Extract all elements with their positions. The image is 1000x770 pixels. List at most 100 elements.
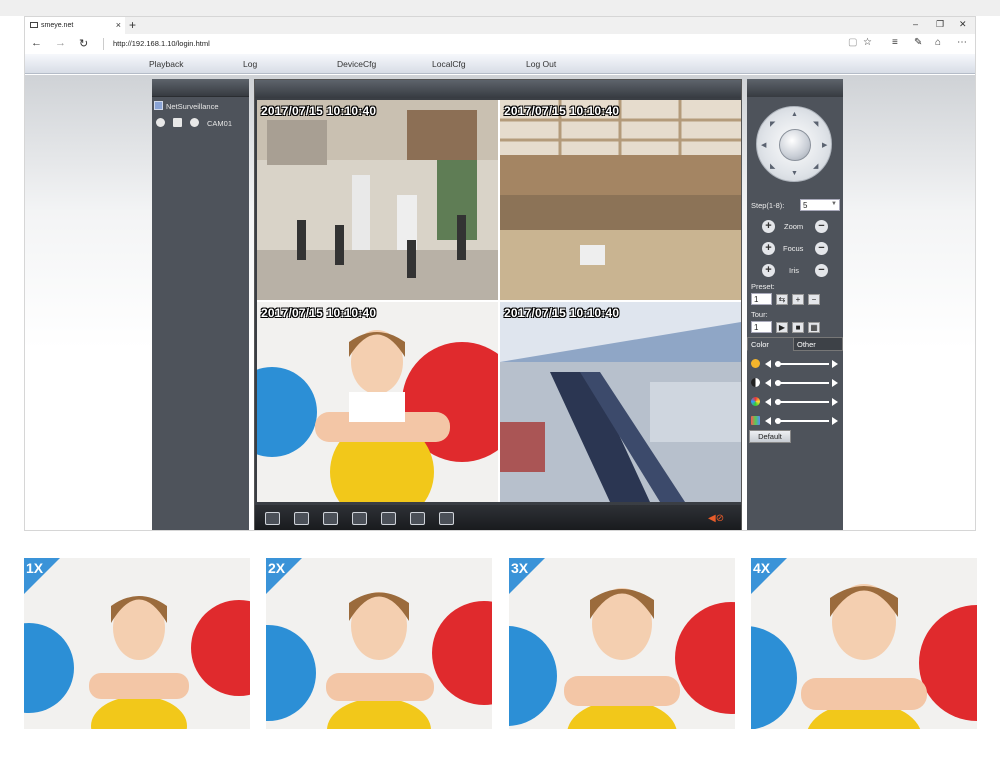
preset-remove-icon[interactable]: − bbox=[808, 294, 820, 305]
notes-icon[interactable]: ✎ bbox=[914, 37, 922, 48]
page-icon bbox=[30, 22, 38, 28]
stop-talk-icon[interactable] bbox=[439, 512, 454, 525]
slider-knob[interactable] bbox=[775, 399, 781, 405]
more-icon[interactable]: ⋯ bbox=[957, 37, 967, 48]
ptz-center-knob[interactable] bbox=[779, 129, 811, 161]
zoom-level-label: 3X bbox=[511, 560, 529, 576]
brightness-icon bbox=[751, 359, 760, 368]
menu-log[interactable]: Log bbox=[243, 59, 257, 69]
increase-icon[interactable] bbox=[832, 398, 838, 406]
volume-mute-icon[interactable]: ◀⊘ bbox=[708, 513, 724, 524]
tour-play-icon[interactable]: ▶ bbox=[776, 322, 788, 333]
forward-icon[interactable]: → bbox=[55, 37, 66, 49]
back-icon[interactable]: ← bbox=[31, 37, 42, 49]
hub-icon[interactable]: ≡ bbox=[892, 37, 898, 48]
decrease-icon[interactable] bbox=[765, 360, 771, 368]
restore-icon[interactable]: ❐ bbox=[936, 19, 944, 30]
tree-root[interactable]: NetSurveillance bbox=[154, 101, 219, 111]
focus-near-button[interactable]: + bbox=[762, 242, 775, 255]
contrast-icon bbox=[751, 378, 760, 387]
share-icon[interactable]: ⌂ bbox=[935, 37, 941, 48]
contrast-slider[interactable] bbox=[751, 378, 841, 388]
zoom-out-button[interactable]: − bbox=[815, 220, 828, 233]
focus-far-button[interactable]: − bbox=[815, 242, 828, 255]
arrow-up-icon[interactable]: ▲ bbox=[791, 111, 798, 118]
arrow-down-icon[interactable]: ▼ bbox=[791, 170, 798, 177]
stream-icon[interactable] bbox=[190, 118, 199, 127]
url-field[interactable]: http://192.168.1.10/login.html bbox=[113, 39, 210, 48]
close-icon[interactable]: ✕ bbox=[959, 19, 967, 30]
tour-input[interactable]: 1 bbox=[751, 321, 772, 333]
slider-knob[interactable] bbox=[775, 418, 781, 424]
brightness-slider[interactable] bbox=[751, 359, 841, 369]
menu-logout[interactable]: Log Out bbox=[526, 59, 556, 69]
talk-icon[interactable] bbox=[410, 512, 425, 525]
record-all-icon[interactable] bbox=[352, 512, 367, 525]
default-button[interactable]: Default bbox=[749, 430, 791, 443]
tour-stop-icon[interactable]: ■ bbox=[792, 322, 804, 333]
divider bbox=[103, 38, 104, 50]
preset-goto-icon[interactable]: ⇆ bbox=[776, 294, 788, 305]
tab-color[interactable]: Color bbox=[747, 337, 794, 351]
timestamp: 2017/07/15 10:10:40 bbox=[504, 306, 620, 320]
increase-icon[interactable] bbox=[832, 379, 838, 387]
arrow-down-right-icon[interactable]: ◢ bbox=[813, 162, 818, 170]
tab-other[interactable]: Other bbox=[793, 337, 843, 351]
zoom-label: Zoom bbox=[784, 222, 804, 231]
hue-slider[interactable] bbox=[751, 416, 841, 426]
reading-view-icon[interactable]: ▢ bbox=[848, 37, 857, 48]
arrow-down-left-icon[interactable]: ◣ bbox=[770, 162, 775, 170]
camera-row[interactable]: CAM01 bbox=[156, 118, 246, 128]
arrow-left-icon[interactable]: ◀ bbox=[761, 141, 766, 149]
tour-label: Tour: bbox=[751, 310, 768, 319]
iris-close-button[interactable]: − bbox=[815, 264, 828, 277]
settings-tabs: Color Other bbox=[747, 337, 843, 351]
new-tab-button[interactable]: + bbox=[129, 18, 136, 32]
image-icon[interactable] bbox=[381, 512, 396, 525]
top-strip bbox=[0, 0, 1000, 16]
step-value: 5 bbox=[803, 201, 808, 210]
preset-input[interactable]: 1 bbox=[751, 293, 772, 305]
arrow-up-right-icon[interactable]: ◥ bbox=[813, 120, 818, 128]
iris-open-button[interactable]: + bbox=[762, 264, 775, 277]
fullscreen-icon[interactable] bbox=[265, 512, 280, 525]
video-area: 2017/07/15 10:10:40 2017/07/15 10:10:40 … bbox=[254, 79, 742, 530]
zoom-sample-4x: 4X bbox=[751, 558, 977, 729]
decrease-icon[interactable] bbox=[765, 398, 771, 406]
zoom-in-button[interactable]: + bbox=[762, 220, 775, 233]
play-icon[interactable] bbox=[173, 118, 182, 127]
slider-knob[interactable] bbox=[775, 361, 781, 367]
menu-devicecfg[interactable]: DeviceCfg bbox=[337, 59, 376, 69]
browser-tab[interactable]: smeye.net × bbox=[25, 17, 125, 34]
escalator-scene-image bbox=[500, 302, 741, 502]
record-icon[interactable] bbox=[156, 118, 165, 127]
decrease-icon[interactable] bbox=[765, 379, 771, 387]
menu-playback[interactable]: Playback bbox=[149, 59, 184, 69]
single-view-icon[interactable] bbox=[294, 512, 309, 525]
tour-grid-icon[interactable]: ▦ bbox=[808, 322, 820, 333]
tab-close-icon[interactable]: × bbox=[116, 20, 121, 30]
video-channel-2[interactable]: 2017/07/15 10:10:40 bbox=[500, 100, 741, 300]
video-toolbar: ◀⊘ bbox=[255, 505, 741, 530]
video-channel-3[interactable]: 2017/07/15 10:10:40 bbox=[257, 302, 498, 502]
snapshot-icon[interactable] bbox=[323, 512, 338, 525]
refresh-icon[interactable]: ↻ bbox=[79, 37, 88, 50]
minimize-icon[interactable]: – bbox=[913, 19, 918, 29]
timestamp: 2017/07/15 10:10:40 bbox=[261, 104, 377, 118]
ptz-direction-pad[interactable]: ▲ ▼ ◀ ▶ ◤ ◥ ◣ ◢ bbox=[756, 106, 832, 182]
video-channel-1[interactable]: 2017/07/15 10:10:40 bbox=[257, 100, 498, 300]
slider-knob[interactable] bbox=[775, 380, 781, 386]
favorite-star-icon[interactable]: ☆ bbox=[863, 37, 872, 48]
step-select[interactable]: 5 ▼ bbox=[800, 199, 840, 211]
arrow-up-left-icon[interactable]: ◤ bbox=[770, 120, 775, 128]
menu-localcfg[interactable]: LocalCfg bbox=[432, 59, 466, 69]
increase-icon[interactable] bbox=[832, 417, 838, 425]
preset-add-icon[interactable]: + bbox=[792, 294, 804, 305]
increase-icon[interactable] bbox=[832, 360, 838, 368]
atrium-scene-image bbox=[500, 100, 741, 300]
saturation-slider[interactable] bbox=[751, 397, 841, 407]
browser-window: smeye.net × + – ❐ ✕ ← → ↻ http://192.168… bbox=[24, 16, 976, 531]
video-channel-4[interactable]: 2017/07/15 10:10:40 bbox=[500, 302, 741, 502]
arrow-right-icon[interactable]: ▶ bbox=[822, 141, 827, 149]
decrease-icon[interactable] bbox=[765, 417, 771, 425]
